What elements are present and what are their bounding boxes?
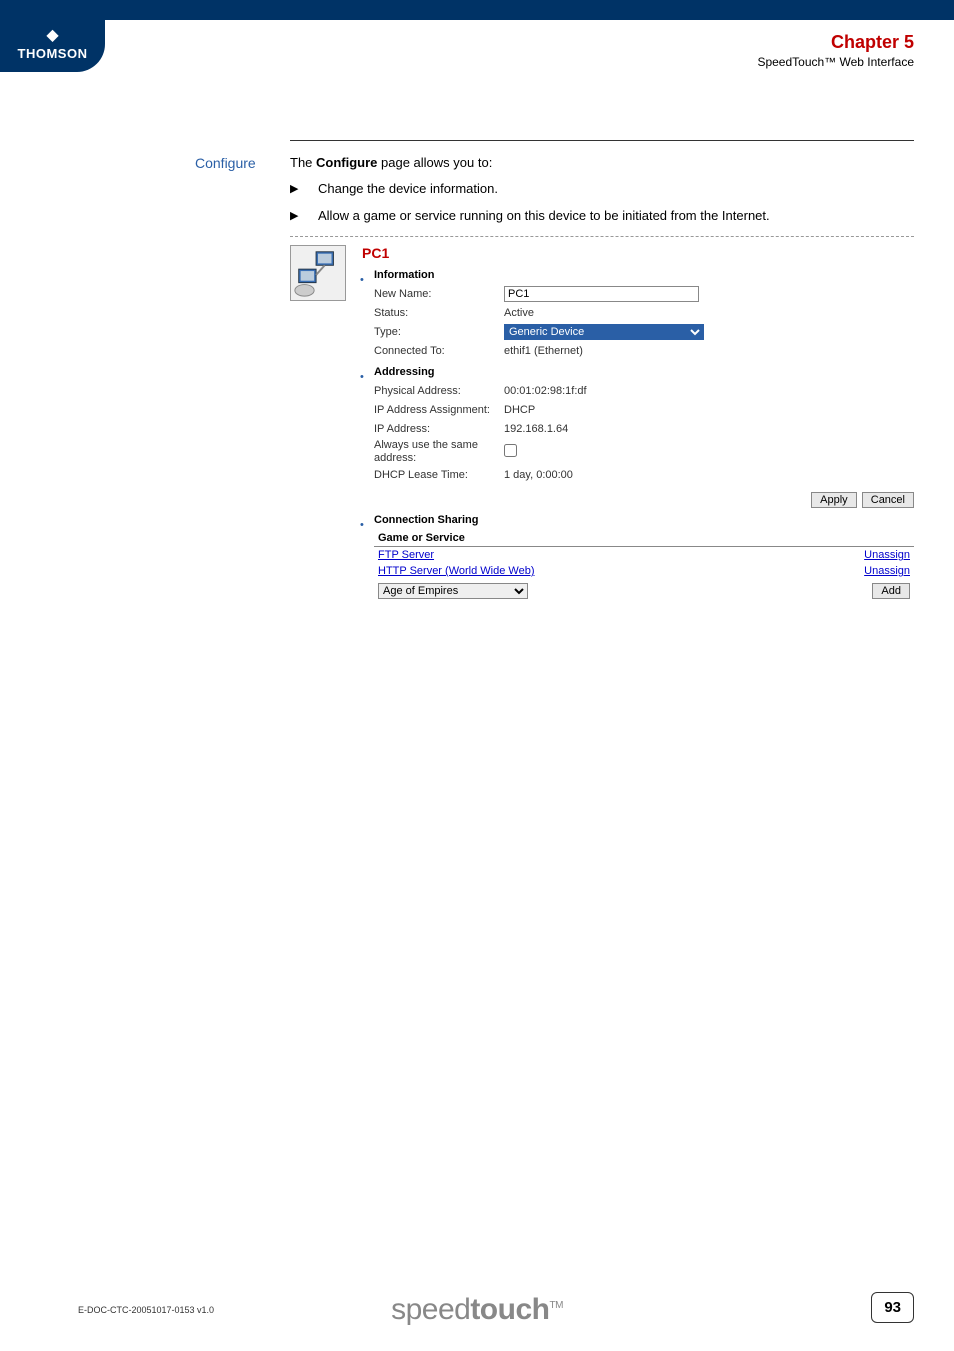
logo-tm: TM: [549, 1300, 562, 1311]
label-same-address: Always use the same address:: [374, 439, 504, 465]
row-ip: IP Address: 192.168.1.64: [374, 420, 914, 438]
cancel-button[interactable]: Cancel: [862, 492, 914, 508]
chapter-subtitle: SpeedTouch™ Web Interface: [757, 55, 914, 69]
dashed-separator: [290, 236, 914, 237]
section-connection-sharing: Connection Sharing Game or Service FTP S…: [362, 514, 914, 601]
thomson-emblem-icon: ◆: [0, 28, 105, 44]
button-row: Apply Cancel: [362, 492, 914, 508]
label-ip: IP Address:: [374, 423, 504, 435]
logo-light: speed: [391, 1293, 470, 1326]
page-footer: E-DOC-CTC-20051017-0153 v1.0 speedtouchT…: [0, 1267, 954, 1327]
checkbox-same-address[interactable]: [504, 444, 517, 457]
label-lease: DHCP Lease Time:: [374, 469, 504, 481]
pc-network-icon: [291, 246, 345, 300]
speedtouch-logo: speedtouchTM: [391, 1293, 563, 1327]
section-addressing: Addressing Physical Address: 00:01:02:98…: [362, 366, 914, 484]
arrow-icon: ▶: [290, 207, 318, 222]
link-service[interactable]: FTP Server: [378, 549, 434, 561]
input-new-name[interactable]: [504, 286, 699, 302]
label-connected: Connected To:: [374, 345, 504, 357]
header-rule: [290, 140, 914, 141]
section-heading: Addressing: [374, 366, 914, 378]
device-panel: PC1 Information New Name: Status: Active…: [290, 245, 914, 601]
label-physical: Physical Address:: [374, 385, 504, 397]
apply-button[interactable]: Apply: [811, 492, 857, 508]
label-type: Type:: [374, 326, 504, 338]
row-type: Type: Generic Device: [374, 323, 914, 341]
value-ipassign: DHCP: [504, 404, 914, 416]
bullet-item: ▶ Change the device information.: [290, 180, 914, 199]
add-service-row: Age of Empires Add: [374, 579, 914, 601]
label-status: Status:: [374, 307, 504, 319]
value-status: Active: [504, 307, 914, 319]
table-row: HTTP Server (World Wide Web) Unassign: [374, 563, 914, 579]
link-unassign[interactable]: Unassign: [864, 565, 910, 577]
page-header: Chapter 5 SpeedTouch™ Web Interface: [757, 32, 914, 69]
section-label: Configure: [195, 155, 256, 171]
section-information: Information New Name: Status: Active Typ…: [362, 269, 914, 360]
row-new-name: New Name:: [374, 285, 914, 303]
row-connected: Connected To: ethif1 (Ethernet): [374, 342, 914, 360]
device-title: PC1: [362, 245, 914, 261]
arrow-icon: ▶: [290, 180, 318, 195]
add-button[interactable]: Add: [872, 583, 910, 599]
device-icon: [290, 245, 346, 301]
select-add-service[interactable]: Age of Empires: [378, 583, 528, 599]
label-ipassign: IP Address Assignment:: [374, 404, 504, 416]
bullet-text: Allow a game or service running on this …: [318, 207, 914, 226]
device-body: PC1 Information New Name: Status: Active…: [362, 245, 914, 601]
brand-logo: ◆ THOMSON: [0, 0, 105, 72]
intro-text: The Configure page allows you to:: [290, 155, 914, 170]
page-number: 93: [871, 1292, 914, 1323]
th-action: [781, 530, 914, 547]
th-game-service: Game or Service: [374, 530, 781, 547]
row-lease: DHCP Lease Time: 1 day, 0:00:00: [374, 466, 914, 484]
intro-bold: Configure: [316, 155, 377, 170]
value-physical: 00:01:02:98:1f:df: [504, 385, 914, 397]
row-same-address: Always use the same address:: [374, 439, 914, 465]
row-status: Status: Active: [374, 304, 914, 322]
bullet-item: ▶ Allow a game or service running on thi…: [290, 207, 914, 226]
value-ip: 192.168.1.64: [504, 423, 914, 435]
brand-name: THOMSON: [18, 46, 88, 61]
value-connected: ethif1 (Ethernet): [504, 345, 914, 357]
label-new-name: New Name:: [374, 288, 504, 300]
intro-suffix: page allows you to:: [377, 155, 492, 170]
select-type[interactable]: Generic Device: [504, 324, 704, 340]
doc-id: E-DOC-CTC-20051017-0153 v1.0: [78, 1305, 214, 1315]
section-heading: Information: [374, 269, 914, 281]
bullet-text: Change the device information.: [318, 180, 914, 199]
link-unassign[interactable]: Unassign: [864, 549, 910, 561]
connection-sharing-table: Game or Service FTP Server Unassign HTTP…: [374, 530, 914, 601]
section-heading: Connection Sharing: [374, 514, 914, 526]
top-banner: [0, 0, 954, 20]
row-ipassign: IP Address Assignment: DHCP: [374, 401, 914, 419]
intro-prefix: The: [290, 155, 316, 170]
chapter-title: Chapter 5: [757, 32, 914, 53]
body-column: The Configure page allows you to: ▶ Chan…: [290, 155, 914, 601]
link-service[interactable]: HTTP Server (World Wide Web): [378, 565, 534, 577]
row-physical: Physical Address: 00:01:02:98:1f:df: [374, 382, 914, 400]
value-lease: 1 day, 0:00:00: [504, 469, 914, 481]
table-row: FTP Server Unassign: [374, 547, 914, 564]
logo-bold: touch: [470, 1293, 549, 1326]
